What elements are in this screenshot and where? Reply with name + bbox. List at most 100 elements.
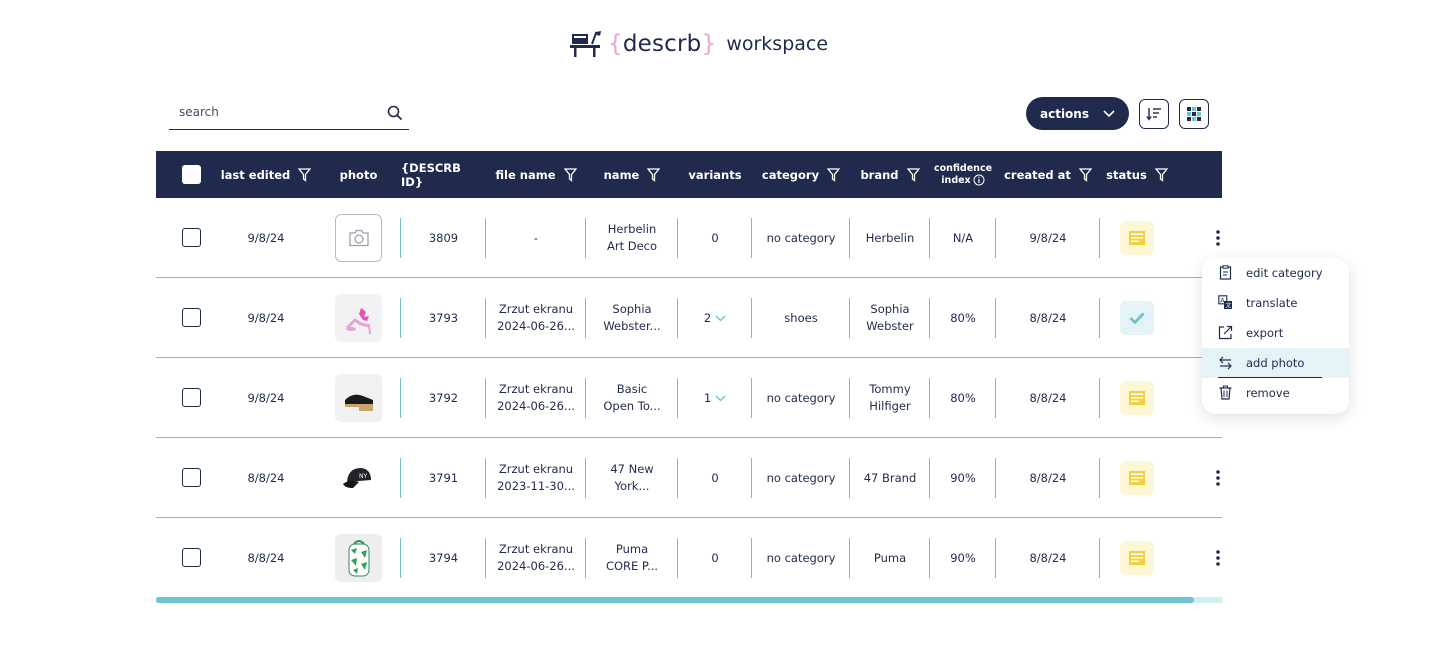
photo-cell: NY bbox=[316, 438, 401, 518]
checkmark-icon bbox=[1129, 312, 1145, 324]
category-cell[interactable]: no category bbox=[752, 518, 850, 598]
id-cell: 3791 bbox=[401, 438, 486, 518]
filter-icon[interactable] bbox=[827, 167, 841, 182]
row-checkbox[interactable] bbox=[182, 548, 201, 567]
status-cell bbox=[1100, 198, 1174, 278]
category-cell[interactable]: no category bbox=[752, 198, 850, 278]
menu-item-add-photo[interactable]: add photo bbox=[1202, 348, 1349, 378]
brand-cell: 47 Brand bbox=[850, 438, 930, 518]
pink-sandal-image bbox=[345, 308, 371, 335]
filter-icon[interactable] bbox=[647, 167, 661, 182]
status-badge-draft[interactable] bbox=[1120, 381, 1154, 415]
products-table: last edited photo {DESCRB ID} file name … bbox=[156, 151, 1222, 598]
column-status[interactable]: status bbox=[1100, 151, 1174, 198]
name-cell: Sophia Webster... bbox=[586, 278, 678, 358]
column-brand[interactable]: brand bbox=[850, 151, 930, 198]
filter-icon[interactable] bbox=[298, 167, 312, 182]
black-wedge-sandal-image bbox=[344, 394, 373, 411]
table-row[interactable]: 9/8/24 3792 Zrzut ekranu 2024-06-26... B… bbox=[156, 358, 1222, 438]
menu-item-edit-category[interactable]: edit category bbox=[1202, 258, 1349, 288]
photo-cell bbox=[316, 358, 401, 438]
column-file-name[interactable]: file name bbox=[486, 151, 586, 198]
status-badge-draft[interactable] bbox=[1120, 221, 1154, 255]
row-menu-button[interactable] bbox=[1210, 548, 1226, 568]
variants-cell[interactable]: 2 bbox=[678, 278, 752, 358]
brand-cell: Tommy Hilfiger bbox=[850, 358, 930, 438]
column-created-at[interactable]: created at bbox=[996, 151, 1100, 198]
table-row[interactable]: 9/8/24 3793 Zrzut ekranu 2024-06-26... S… bbox=[156, 278, 1222, 358]
row-context-menu: edit category A文 translate export add ph… bbox=[1202, 258, 1349, 414]
variants-cell: 0 bbox=[678, 438, 752, 518]
search-box bbox=[169, 98, 409, 130]
row-checkbox[interactable] bbox=[182, 308, 201, 327]
filter-icon[interactable] bbox=[1078, 167, 1092, 182]
menu-item-export[interactable]: export bbox=[1202, 318, 1349, 348]
actions-dropdown-button[interactable]: actions bbox=[1026, 97, 1129, 130]
id-cell: 3794 bbox=[401, 518, 486, 598]
status-badge-done[interactable] bbox=[1120, 301, 1154, 335]
row-checkbox[interactable] bbox=[182, 388, 201, 407]
column-category[interactable]: category bbox=[752, 151, 850, 198]
export-icon bbox=[1218, 325, 1233, 340]
confidence-cell: N/A bbox=[930, 198, 996, 278]
file-name-cell: Zrzut ekranu 2023-11-30... bbox=[486, 438, 586, 518]
filter-icon[interactable] bbox=[563, 167, 577, 182]
translate-icon: A文 bbox=[1218, 295, 1232, 310]
chevron-down-icon bbox=[715, 315, 726, 321]
status-badge-draft[interactable] bbox=[1120, 541, 1154, 575]
status-cell bbox=[1100, 518, 1174, 598]
scrollbar-thumb[interactable] bbox=[156, 597, 1194, 603]
brand-cell: Sophia Webster bbox=[850, 278, 930, 358]
kebab-menu-icon bbox=[1216, 470, 1220, 486]
variants-cell: 0 bbox=[678, 198, 752, 278]
filter-icon[interactable] bbox=[1154, 167, 1168, 182]
document-icon bbox=[1129, 471, 1145, 485]
photo-cell bbox=[316, 278, 401, 358]
status-cell bbox=[1100, 278, 1174, 358]
info-icon[interactable] bbox=[973, 174, 985, 186]
name-cell: Herbelin Art Deco bbox=[586, 198, 678, 278]
search-input[interactable] bbox=[169, 98, 369, 126]
column-name[interactable]: name bbox=[586, 151, 678, 198]
workstation-logo-icon bbox=[570, 31, 601, 57]
status-badge-draft[interactable] bbox=[1120, 461, 1154, 495]
filter-icon[interactable] bbox=[906, 167, 920, 182]
table-row[interactable]: 8/8/24 3794 Zrzut ekranu 2024-06-26... P… bbox=[156, 518, 1222, 598]
category-cell[interactable]: shoes bbox=[752, 278, 850, 358]
row-checkbox[interactable] bbox=[182, 228, 201, 247]
horizontal-scrollbar[interactable] bbox=[156, 597, 1222, 603]
table-row[interactable]: 8/8/24 NY 3791 Zrzut ekranu 2023-11-30..… bbox=[156, 438, 1222, 518]
row-checkbox[interactable] bbox=[182, 468, 201, 487]
confidence-cell: 90% bbox=[930, 518, 996, 598]
menu-item-remove[interactable]: remove bbox=[1202, 378, 1349, 408]
column-variants: variants bbox=[688, 167, 742, 182]
row-menu-button[interactable] bbox=[1210, 468, 1226, 488]
row-menu-button[interactable] bbox=[1210, 228, 1226, 248]
green-backpack-image bbox=[348, 540, 369, 577]
column-last-edited[interactable]: last edited bbox=[216, 151, 316, 198]
svg-text:文: 文 bbox=[1225, 302, 1231, 310]
table-row[interactable]: 9/8/24 3809 - Herbelin Art Deco 0 no cat… bbox=[156, 198, 1222, 278]
variants-cell[interactable]: 1 bbox=[678, 358, 752, 438]
photo-placeholder[interactable] bbox=[335, 214, 382, 262]
file-name-cell: Zrzut ekranu 2024-06-26... bbox=[486, 278, 586, 358]
sort-button[interactable] bbox=[1139, 99, 1169, 129]
category-cell[interactable]: no category bbox=[752, 438, 850, 518]
select-all-checkbox[interactable] bbox=[182, 165, 201, 184]
product-thumbnail[interactable] bbox=[335, 294, 382, 342]
grid-view-button[interactable] bbox=[1179, 99, 1209, 129]
product-thumbnail[interactable] bbox=[335, 534, 382, 582]
menu-item-translate[interactable]: A文 translate bbox=[1202, 288, 1349, 318]
photo-cell bbox=[316, 198, 401, 278]
document-icon bbox=[1129, 551, 1145, 565]
product-thumbnail[interactable] bbox=[335, 374, 382, 422]
product-thumbnail[interactable]: NY bbox=[335, 454, 382, 502]
search-icon[interactable] bbox=[387, 105, 403, 121]
document-icon bbox=[1129, 231, 1145, 245]
id-cell: 3809 bbox=[401, 198, 486, 278]
table-header: last edited photo {DESCRB ID} file name … bbox=[156, 151, 1222, 198]
id-cell: 3792 bbox=[401, 358, 486, 438]
category-cell[interactable]: no category bbox=[752, 358, 850, 438]
grid-view-icon bbox=[1187, 107, 1201, 121]
kebab-menu-icon bbox=[1216, 230, 1220, 246]
